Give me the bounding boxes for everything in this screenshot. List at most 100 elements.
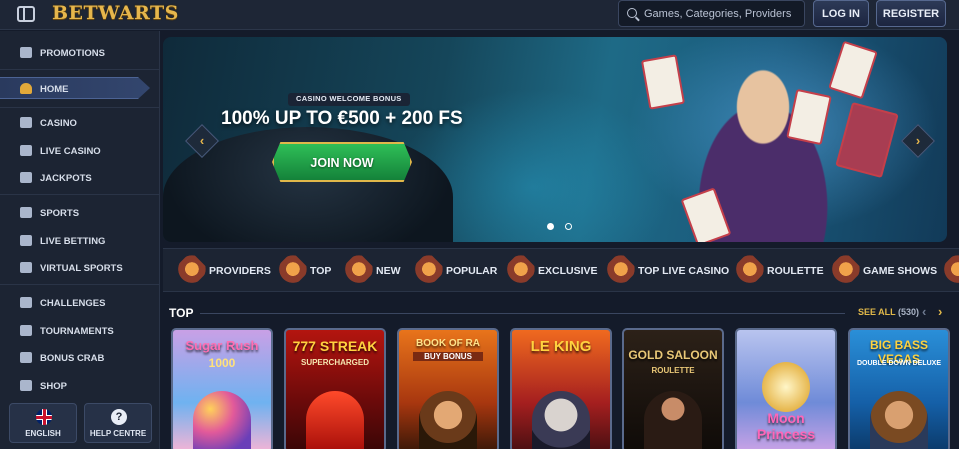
game-art xyxy=(762,362,810,412)
sidebar-item-bonus-crab[interactable]: BONUS CRAB xyxy=(0,347,160,369)
sidebar-item-shop[interactable]: SHOP xyxy=(0,375,160,397)
game-title: Moon Princess xyxy=(756,410,816,442)
sidebar-item-label: SPORTS xyxy=(40,208,80,219)
game-art xyxy=(870,391,928,449)
sidebar-item-challenges[interactable]: CHALLENGES xyxy=(0,292,160,314)
live-casino-icon xyxy=(20,145,32,156)
sidebar-item-label: BONUS CRAB xyxy=(40,353,105,364)
game-art xyxy=(644,391,702,449)
sidebar: PROMOTIONS HOME CASINO LIVE CASINO JACKP… xyxy=(0,31,160,449)
register-button[interactable]: REGISTER xyxy=(876,0,946,27)
chevron-right-icon[interactable]: › xyxy=(938,304,942,319)
help-icon: ? xyxy=(111,409,127,425)
help-label: HELP CENTRE xyxy=(89,429,147,438)
slide-dot-active[interactable] xyxy=(547,223,554,230)
hero-banner[interactable]: CASINO WELCOME BONUS 100% UP TO €500 + 2… xyxy=(163,37,947,242)
category-label: NEW xyxy=(376,265,401,277)
game-tile[interactable]: BIG BASS VEGAS DOUBLE DOWN DELUXE xyxy=(848,328,950,449)
category-label: TOP xyxy=(310,265,332,277)
sidebar-item-label: JACKPOTS xyxy=(40,173,92,184)
sidebar-item-label: HOME xyxy=(40,84,69,95)
top-bar: BETWARTS Games, Categories, Providers LO… xyxy=(0,0,959,30)
sidebar-item-label: VIRTUAL SPORTS xyxy=(40,263,123,274)
jackpots-icon xyxy=(20,172,32,183)
game-tile[interactable]: BOOK OF RA BUY BONUS xyxy=(397,328,499,449)
game-art xyxy=(193,391,251,449)
uk-flag-icon xyxy=(36,409,52,425)
game-tile[interactable]: LE KING xyxy=(510,328,612,449)
sidebar-item-live-betting[interactable]: LIVE BETTING xyxy=(0,230,160,252)
more-category-icon xyxy=(938,251,959,289)
category-label: POPULAR xyxy=(446,265,498,277)
welcome-badge: CASINO WELCOME BONUS xyxy=(288,93,410,106)
section-divider xyxy=(200,313,845,314)
sidebar-divider xyxy=(0,69,160,70)
search-placeholder: Games, Categories, Providers xyxy=(644,8,792,20)
game-shows-icon xyxy=(826,251,864,289)
game-subtitle: 1000 xyxy=(208,356,236,370)
game-tile[interactable]: Sugar Rush 1000 xyxy=(171,328,273,449)
virtual-sports-icon xyxy=(20,262,32,273)
popular-icon xyxy=(409,251,447,289)
game-title: GOLD SALOON xyxy=(628,348,718,362)
chevron-left-icon[interactable]: ‹ xyxy=(922,304,926,319)
roulette-icon xyxy=(730,251,768,289)
game-art xyxy=(532,391,590,449)
category-label: PROVIDERS xyxy=(209,265,271,277)
sidebar-item-live-casino[interactable]: LIVE CASINO xyxy=(0,140,160,162)
game-subtitle: SUPERCHARGED xyxy=(300,358,369,367)
game-art xyxy=(306,391,364,449)
game-title: BOOK OF RA xyxy=(416,338,480,349)
wizard-hat-icon xyxy=(20,83,32,94)
sidebar-item-promotions[interactable]: PROMOTIONS xyxy=(0,42,160,64)
sidebar-item-virtual-sports[interactable]: VIRTUAL SPORTS xyxy=(0,257,160,279)
see-all-label: SEE ALL xyxy=(858,307,896,317)
bonus-crab-icon xyxy=(20,352,32,363)
sidebar-toggle-icon[interactable] xyxy=(17,6,35,22)
join-now-button[interactable]: JOIN NOW xyxy=(272,142,412,182)
game-tile[interactable]: Moon Princess xyxy=(735,328,837,449)
game-subtitle: DOUBLE DOWN DELUXE xyxy=(857,360,941,367)
sidebar-item-label: LIVE CASINO xyxy=(40,146,101,157)
login-button[interactable]: LOG IN xyxy=(813,0,869,27)
sidebar-item-label: CASINO xyxy=(40,118,77,129)
next-slide-button[interactable]: › xyxy=(901,124,935,158)
sidebar-item-tournaments[interactable]: TOURNAMENTS xyxy=(0,320,160,342)
search-icon xyxy=(627,8,637,18)
sidebar-item-jackpots[interactable]: JACKPOTS xyxy=(0,167,160,189)
category-bar: PROVIDERS TOP NEW POPULAR EXCLUSIVE TOP … xyxy=(163,248,959,292)
sidebar-item-casino[interactable]: CASINO xyxy=(0,112,160,134)
game-tile[interactable]: 777 STREAK SUPERCHARGED xyxy=(284,328,386,449)
live-casino-icon xyxy=(601,251,639,289)
tournaments-icon xyxy=(20,325,32,336)
search-input[interactable]: Games, Categories, Providers xyxy=(618,0,805,27)
promotions-icon xyxy=(20,47,32,58)
game-art xyxy=(419,391,477,449)
sidebar-divider xyxy=(0,194,160,195)
crown-icon xyxy=(273,251,311,289)
shop-icon xyxy=(20,380,32,391)
sidebar-item-home[interactable]: HOME xyxy=(0,77,150,99)
sidebar-divider xyxy=(0,284,160,285)
logo[interactable]: BETWARTS xyxy=(52,2,179,24)
sidebar-item-sports[interactable]: SPORTS xyxy=(0,202,160,224)
game-title: LE KING xyxy=(530,338,592,355)
sidebar-item-label: LIVE BETTING xyxy=(40,236,106,247)
sidebar-item-label: PROMOTIONS xyxy=(40,48,105,59)
chevron-left-icon: ‹ xyxy=(199,133,205,148)
sidebar-item-label: SHOP xyxy=(40,381,67,392)
slide-dot[interactable] xyxy=(565,223,572,230)
language-button[interactable]: ENGLISH xyxy=(9,403,77,443)
category-label: ROULETTE xyxy=(767,265,824,277)
see-all-count: (530) xyxy=(898,307,920,317)
casino-icon xyxy=(20,117,32,128)
sidebar-divider xyxy=(0,107,160,108)
section-title: TOP xyxy=(169,306,194,320)
game-tile[interactable]: GOLD SALOON ROULETTE xyxy=(622,328,724,449)
see-all-link[interactable]: SEE ALL (530) xyxy=(858,307,919,317)
category-label: GAME SHOWS xyxy=(863,265,938,277)
help-centre-button[interactable]: ? HELP CENTRE xyxy=(84,403,152,443)
game-title: Sugar Rush xyxy=(185,338,259,353)
language-label: ENGLISH xyxy=(25,429,61,438)
challenges-icon xyxy=(20,297,32,308)
